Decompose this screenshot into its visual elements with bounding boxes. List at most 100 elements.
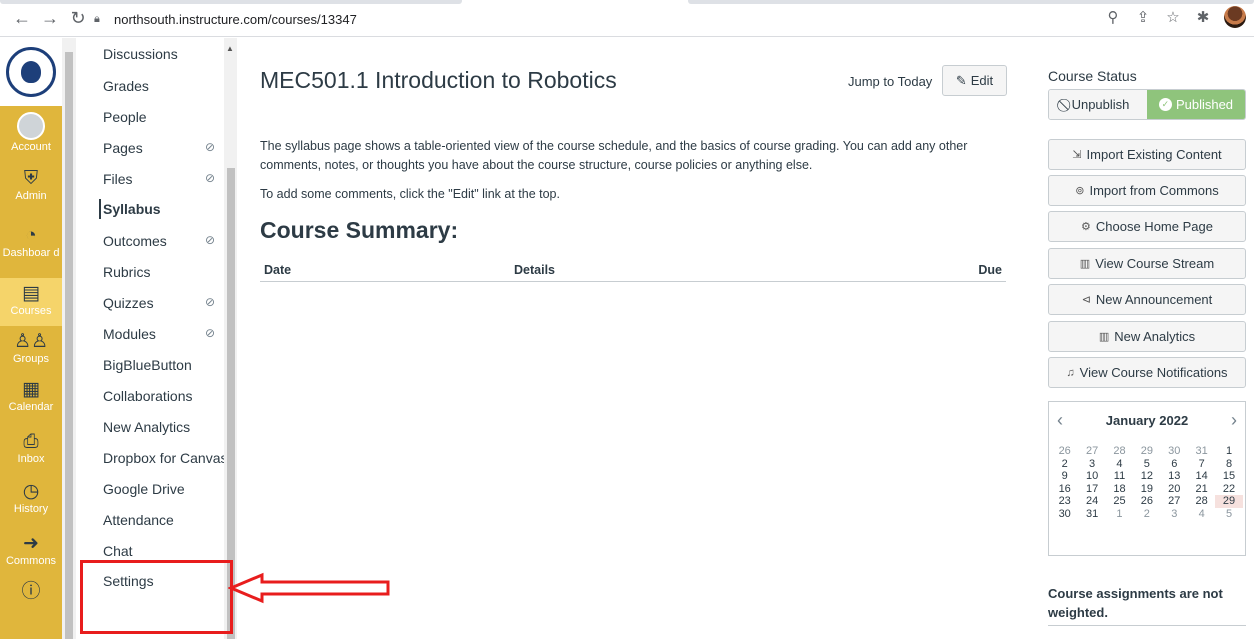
zoom-icon[interactable]: ⚲ bbox=[1104, 8, 1122, 26]
course-nav-people[interactable]: People bbox=[103, 109, 221, 127]
calendar-day[interactable]: 29 bbox=[1215, 495, 1243, 508]
calendar-day[interactable]: 25 bbox=[1106, 495, 1133, 508]
calendar-day[interactable]: 3 bbox=[1161, 508, 1188, 521]
next-month-icon[interactable]: › bbox=[1231, 410, 1237, 431]
browser-toolbar: ← → ↻ 🔒︎ northsouth.instructure.com/cour… bbox=[0, 0, 1254, 37]
calendar-day[interactable]: 3 bbox=[1078, 458, 1105, 471]
calendar-day[interactable]: 20 bbox=[1161, 483, 1188, 496]
back-icon[interactable]: ← bbox=[8, 8, 36, 29]
course-nav-syllabus[interactable]: Syllabus bbox=[103, 201, 221, 219]
calendar-day[interactable]: 13 bbox=[1161, 470, 1188, 483]
calendar-day[interactable]: 10 bbox=[1078, 470, 1105, 483]
global-nav-calendar[interactable]: ▦ Calendar bbox=[0, 376, 62, 426]
calendar-day[interactable]: 16 bbox=[1051, 483, 1078, 496]
calendar-day[interactable]: 11 bbox=[1106, 470, 1133, 483]
course-nav-google-drive[interactable]: Google Drive bbox=[103, 481, 221, 499]
bookmark-star-icon[interactable]: ☆ bbox=[1164, 8, 1182, 26]
calendar-day[interactable]: 29 bbox=[1133, 445, 1160, 458]
import-from-commons-button[interactable]: ⊚ Import from Commons bbox=[1048, 175, 1246, 206]
calendar-day[interactable]: 30 bbox=[1051, 508, 1078, 521]
calendar-day[interactable]: 30 bbox=[1161, 445, 1188, 458]
groups-icon: ♙♙ bbox=[13, 331, 49, 352]
calendar-day[interactable]: 27 bbox=[1161, 495, 1188, 508]
course-nav-new-analytics[interactable]: New Analytics bbox=[103, 419, 221, 437]
calendar-day[interactable]: 31 bbox=[1078, 508, 1105, 521]
choose-home-page-button[interactable]: ⚙ Choose Home Page bbox=[1048, 211, 1246, 242]
unpublish-button[interactable]: ⃠ Unpublish bbox=[1049, 90, 1147, 119]
view-course-stream-button[interactable]: ▥ View Course Stream bbox=[1048, 248, 1246, 279]
calendar-day[interactable]: 1 bbox=[1106, 508, 1133, 521]
global-nav-dashboard[interactable]: ◔ Dashboar d bbox=[0, 216, 62, 278]
reload-icon[interactable]: ↻ bbox=[64, 8, 92, 29]
global-nav-courses[interactable]: ▤ Courses bbox=[0, 278, 62, 326]
calendar-day[interactable]: 18 bbox=[1106, 483, 1133, 496]
calendar-day[interactable]: 27 bbox=[1078, 445, 1105, 458]
address-bar[interactable]: 🔒︎ northsouth.instructure.com/courses/13… bbox=[94, 7, 1114, 31]
calendar-day[interactable]: 26 bbox=[1051, 445, 1078, 458]
calendar-day[interactable]: 12 bbox=[1133, 470, 1160, 483]
calendar-day[interactable]: 8 bbox=[1215, 458, 1242, 471]
published-button[interactable]: ✓ Published bbox=[1147, 90, 1245, 119]
column-details: Details bbox=[514, 263, 555, 277]
global-nav-groups[interactable]: ♙♙ Groups bbox=[0, 326, 62, 376]
view-course-notifications-button[interactable]: ♫ View Course Notifications bbox=[1048, 357, 1246, 388]
calendar-day[interactable]: 6 bbox=[1161, 458, 1188, 471]
share-icon[interactable]: ⇪ bbox=[1134, 8, 1152, 26]
course-nav-pages[interactable]: Pages ⊘ bbox=[103, 140, 221, 158]
calendar-day[interactable]: 24 bbox=[1078, 495, 1105, 508]
calendar-day[interactable]: 28 bbox=[1106, 445, 1133, 458]
calendar-day[interactable]: 4 bbox=[1188, 508, 1215, 521]
calendar-day[interactable]: 19 bbox=[1133, 483, 1160, 496]
previous-month-icon[interactable]: ‹ bbox=[1057, 410, 1063, 431]
course-nav-rubrics[interactable]: Rubrics bbox=[103, 264, 221, 282]
course-nav-collaborations[interactable]: Collaborations bbox=[103, 388, 221, 406]
calendar-day[interactable]: 31 bbox=[1188, 445, 1215, 458]
calendar-day[interactable]: 14 bbox=[1188, 470, 1215, 483]
calendar-day[interactable]: 5 bbox=[1215, 508, 1242, 521]
jump-to-today-link[interactable]: Jump to Today bbox=[848, 74, 932, 89]
calendar-day[interactable]: 26 bbox=[1133, 495, 1160, 508]
profile-avatar[interactable] bbox=[1224, 6, 1246, 28]
global-nav-admin[interactable]: ⛨ Admin bbox=[0, 161, 62, 216]
course-nav-modules[interactable]: Modules ⊘ bbox=[103, 326, 221, 344]
url-text[interactable]: northsouth.instructure.com/courses/13347 bbox=[114, 12, 357, 27]
import-existing-content-button[interactable]: ⇲ Import Existing Content bbox=[1048, 139, 1246, 170]
course-nav-scrollbar[interactable]: ▲ bbox=[224, 38, 237, 639]
course-nav-discussions[interactable]: Discussions bbox=[103, 46, 221, 64]
calendar-day[interactable]: 21 bbox=[1188, 483, 1215, 496]
new-analytics-button[interactable]: ▥ New Analytics bbox=[1048, 321, 1246, 352]
calendar-day[interactable]: 23 bbox=[1051, 495, 1078, 508]
course-nav-outcomes[interactable]: Outcomes ⊘ bbox=[103, 233, 221, 251]
weighted-note: Course assignments are not weighted. bbox=[1048, 586, 1223, 620]
calendar-day[interactable]: 2 bbox=[1133, 508, 1160, 521]
course-nav-quizzes[interactable]: Quizzes ⊘ bbox=[103, 295, 221, 313]
calendar-day[interactable]: 2 bbox=[1051, 458, 1078, 471]
calendar-day[interactable]: 5 bbox=[1133, 458, 1160, 471]
calendar-day[interactable]: 22 bbox=[1215, 483, 1242, 496]
calendar-day[interactable]: 1 bbox=[1215, 445, 1242, 458]
course-nav-files[interactable]: Files ⊘ bbox=[103, 171, 221, 189]
lock-icon[interactable]: 🔒︎ bbox=[94, 13, 108, 26]
calendar-day[interactable]: 17 bbox=[1078, 483, 1105, 496]
global-nav-account[interactable]: Account bbox=[0, 106, 62, 161]
course-nav-chat[interactable]: Chat bbox=[103, 543, 221, 561]
calendar-day[interactable]: 4 bbox=[1106, 458, 1133, 471]
extensions-icon[interactable]: ✱ bbox=[1194, 8, 1212, 26]
forward-icon[interactable]: → bbox=[36, 8, 64, 29]
scroll-up-icon[interactable]: ▲ bbox=[226, 44, 234, 53]
global-nav-inbox[interactable]: ⎙ Inbox bbox=[0, 426, 62, 476]
global-nav-history[interactable]: ◷ History bbox=[0, 476, 62, 528]
course-nav-bigbluebutton[interactable]: BigBlueButton bbox=[103, 357, 221, 375]
global-nav-help[interactable]: ⓘ bbox=[0, 578, 62, 608]
university-logo[interactable] bbox=[0, 38, 62, 106]
course-nav-attendance[interactable]: Attendance bbox=[103, 512, 221, 530]
calendar-day[interactable]: 15 bbox=[1215, 470, 1242, 483]
calendar-day[interactable]: 9 bbox=[1051, 470, 1078, 483]
global-nav-commons[interactable]: ➜ Commons bbox=[0, 528, 62, 578]
edit-button[interactable]: ✎ Edit bbox=[942, 65, 1007, 96]
calendar-day[interactable]: 7 bbox=[1188, 458, 1215, 471]
course-nav-grades[interactable]: Grades bbox=[103, 78, 221, 96]
calendar-day[interactable]: 28 bbox=[1188, 495, 1215, 508]
global-nav-scrollbar[interactable] bbox=[62, 38, 76, 639]
new-announcement-button[interactable]: ⊲ New Announcement bbox=[1048, 284, 1246, 315]
